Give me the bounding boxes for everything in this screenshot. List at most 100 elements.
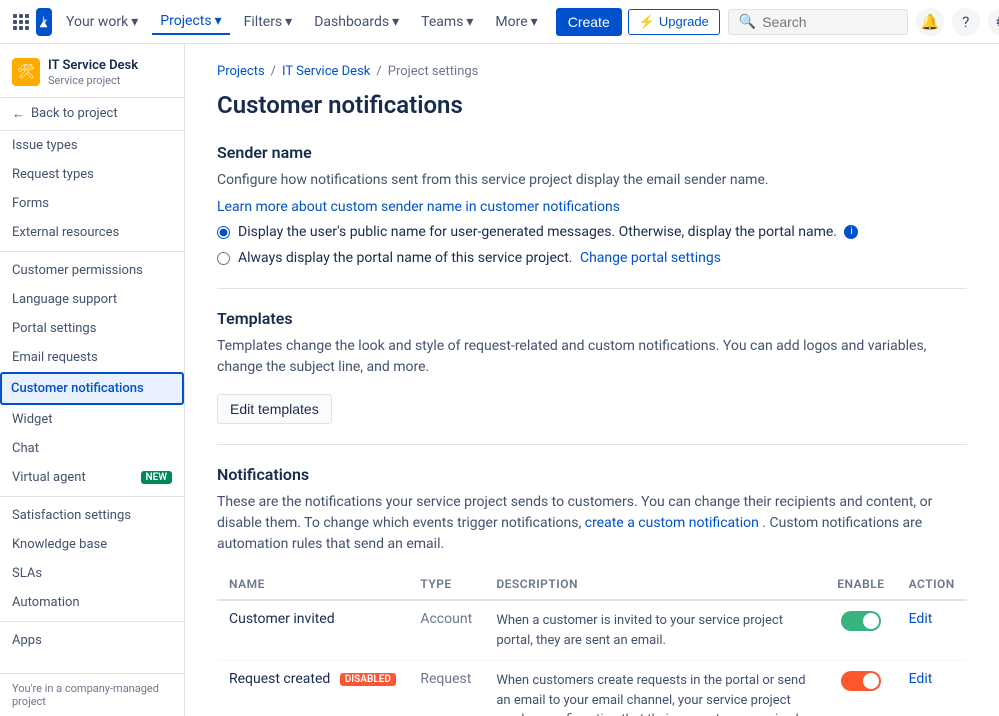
upgrade-button[interactable]: ⚡ Upgrade — [628, 9, 720, 35]
new-badge: NEW — [141, 471, 173, 484]
footer-note: You're in a company-managed project — [0, 673, 184, 716]
info-icon: i — [844, 225, 858, 239]
sidebar-item-chat[interactable]: Chat — [0, 434, 184, 463]
col-name: Name — [217, 569, 408, 600]
edit-link[interactable]: Edit — [909, 671, 933, 687]
name-cell: Request created DISABLED — [217, 661, 408, 716]
notifications-section: Notifications These are the notification… — [217, 465, 967, 716]
sidebar-item-apps[interactable]: Apps — [0, 626, 184, 655]
table-row: Request created DISABLEDRequestWhen cust… — [217, 661, 967, 716]
sidebar-item-widget[interactable]: Widget — [0, 405, 184, 434]
breadcrumb-service-desk[interactable]: IT Service Desk — [282, 64, 370, 79]
sidebar-item-automation[interactable]: Automation — [0, 588, 184, 617]
sidebar-item-portal-settings[interactable]: Portal settings — [0, 314, 184, 343]
templates-desc: Templates change the look and style of r… — [217, 336, 967, 378]
filters-menu[interactable]: Filters ▾ — [236, 10, 301, 34]
page-title: Customer notifications — [217, 91, 967, 119]
help-icon[interactable]: ? — [952, 8, 980, 36]
notifications-desc: These are the notifications your service… — [217, 492, 967, 555]
sidebar-item-customer-permissions[interactable]: Customer permissions — [0, 256, 184, 285]
top-navigation: Your work ▾ Projects ▾ Filters ▾ Dashboa… — [0, 0, 999, 44]
divider-2 — [217, 444, 967, 445]
action-cell: Edit — [897, 661, 967, 716]
sidebar-item-issue-types[interactable]: Issue types — [0, 131, 184, 160]
table-row: Customer invitedAccountWhen a customer i… — [217, 600, 967, 661]
sidebar-scroll: Issue types Request types Forms External… — [0, 131, 184, 673]
dashboards-menu[interactable]: Dashboards ▾ — [306, 10, 407, 34]
sender-name-title: Sender name — [217, 143, 967, 162]
breadcrumb-projects[interactable]: Projects — [217, 64, 265, 79]
templates-section: Templates Templates change the look and … — [217, 309, 967, 424]
sidebar: 🛠 IT Service Desk Service project ← Back… — [0, 44, 185, 716]
sidebar-item-satisfaction-settings[interactable]: Satisfaction settings — [0, 501, 184, 530]
desc-cell: When customers create requests in the po… — [484, 661, 825, 716]
create-button[interactable]: Create — [556, 8, 622, 36]
radio-option-2-input[interactable] — [217, 252, 230, 265]
search-input[interactable] — [762, 14, 897, 30]
sidebar-divider-3 — [0, 621, 184, 622]
sidebar-item-knowledge-base[interactable]: Knowledge base — [0, 530, 184, 559]
notifications-icon[interactable]: 🔔 — [916, 8, 944, 36]
breadcrumb: Projects / IT Service Desk / Project set… — [217, 64, 967, 79]
enable-cell — [825, 600, 896, 661]
desc-cell: When a customer is invited to your servi… — [484, 600, 825, 661]
sender-name-section: Sender name Configure how notifications … — [217, 143, 967, 268]
enable-cell — [825, 661, 896, 716]
edit-link[interactable]: Edit — [909, 611, 933, 627]
type-cell: Request — [408, 661, 484, 716]
settings-icon[interactable]: ⚙ — [988, 8, 999, 36]
radio-option-2: Always display the portal name of this s… — [217, 249, 967, 269]
notifications-title: Notifications — [217, 465, 967, 484]
project-name: IT Service Desk — [48, 58, 138, 74]
back-icon: ← — [12, 106, 25, 122]
radio-option-1-input[interactable] — [217, 226, 230, 239]
templates-title: Templates — [217, 309, 967, 328]
sidebar-item-request-types[interactable]: Request types — [0, 160, 184, 189]
edit-templates-button[interactable]: Edit templates — [217, 394, 332, 424]
divider-1 — [217, 288, 967, 289]
radio-option-2-label[interactable]: Always display the portal name of this s… — [238, 249, 721, 269]
learn-more-link[interactable]: Learn more about custom sender name in c… — [217, 199, 620, 215]
sender-name-desc: Configure how notifications sent from th… — [217, 170, 967, 191]
your-work-menu[interactable]: Your work ▾ — [58, 10, 146, 34]
change-portal-link[interactable]: Change portal settings — [580, 250, 721, 266]
search-icon: 🔍 — [739, 14, 756, 30]
radio-option-1: Display the user's public name for user-… — [217, 223, 967, 243]
search-box[interactable]: 🔍 — [728, 9, 908, 35]
sidebar-item-forms[interactable]: Forms — [0, 189, 184, 218]
sidebar-item-external-resources[interactable]: External resources — [0, 218, 184, 247]
col-type: Type — [408, 569, 484, 600]
radio-group: Display the user's public name for user-… — [217, 223, 967, 268]
toggle-slider — [841, 611, 881, 631]
name-cell: Customer invited — [217, 600, 408, 661]
sidebar-item-slas[interactable]: SLAs — [0, 559, 184, 588]
sidebar-item-customer-notifications[interactable]: Customer notifications — [0, 372, 184, 405]
projects-menu[interactable]: Projects ▾ — [152, 9, 229, 35]
grid-icon[interactable] — [12, 8, 30, 36]
more-menu[interactable]: More ▾ — [487, 10, 545, 34]
sidebar-item-language-support[interactable]: Language support — [0, 285, 184, 314]
toggle-slider — [841, 671, 881, 691]
sidebar-item-virtual-agent[interactable]: Virtual agent NEW — [0, 463, 184, 492]
notifications-table: Name Type Description Enable Action Cust… — [217, 569, 967, 716]
toggle-switch[interactable] — [841, 671, 881, 691]
disabled-badge: DISABLED — [340, 673, 396, 686]
atlassian-logo[interactable] — [36, 8, 52, 36]
type-cell: Account — [408, 600, 484, 661]
main-layout: 🛠 IT Service Desk Service project ← Back… — [0, 44, 999, 716]
breadcrumb-settings: Project settings — [388, 64, 479, 79]
sidebar-divider-2 — [0, 496, 184, 497]
project-icon: 🛠 — [12, 58, 40, 86]
project-type: Service project — [48, 74, 138, 87]
sidebar-item-email-requests[interactable]: Email requests — [0, 343, 184, 372]
back-to-project[interactable]: ← Back to project — [0, 98, 184, 131]
lightning-icon: ⚡ — [639, 14, 655, 30]
col-action: Action — [897, 569, 967, 600]
col-enable: Enable — [825, 569, 896, 600]
toggle-switch[interactable] — [841, 611, 881, 631]
custom-notification-link[interactable]: create a custom notification — [585, 515, 759, 531]
main-content: Projects / IT Service Desk / Project set… — [185, 44, 999, 716]
radio-option-1-label[interactable]: Display the user's public name for user-… — [238, 223, 858, 243]
col-desc: Description — [484, 569, 825, 600]
teams-menu[interactable]: Teams ▾ — [413, 10, 481, 34]
